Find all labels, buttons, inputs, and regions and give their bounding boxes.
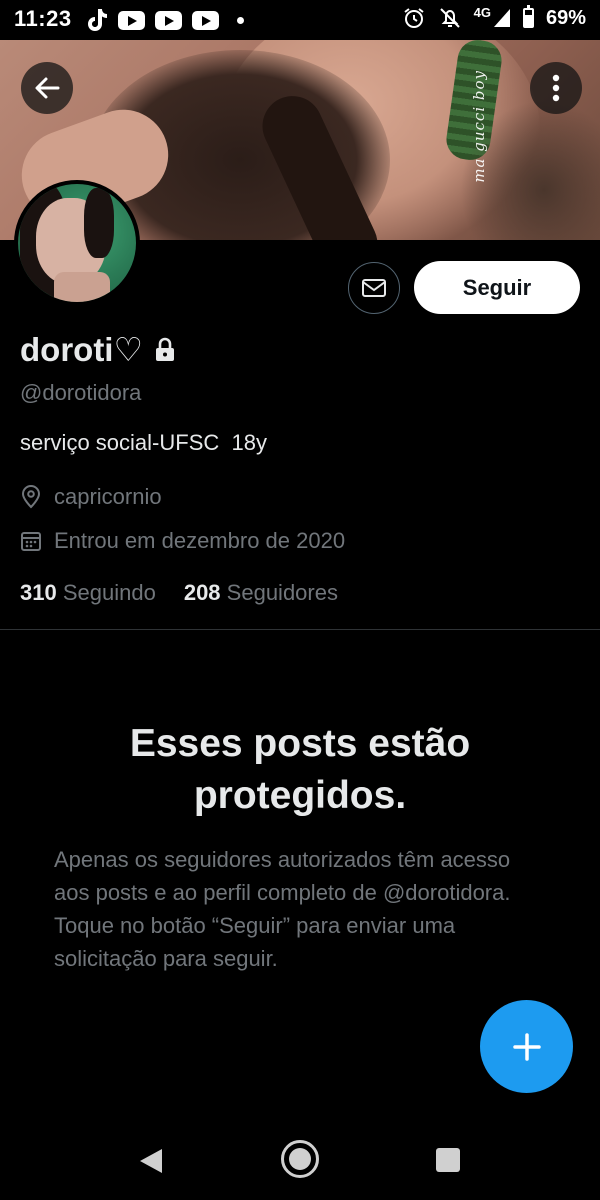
plus-icon xyxy=(512,1032,541,1061)
compose-button[interactable] xyxy=(480,1000,573,1093)
signal-icon xyxy=(493,9,510,27)
location-text: capricornio xyxy=(54,484,162,509)
followers-label: Seguidores xyxy=(226,580,338,605)
protected-title: Esses posts estão protegidos. xyxy=(129,722,471,817)
back-button[interactable] xyxy=(21,62,73,114)
more-options-button[interactable] xyxy=(530,62,582,114)
youtube-icon xyxy=(192,10,219,30)
arrow-left-icon xyxy=(35,77,60,99)
profile-location: capricornio xyxy=(20,484,162,510)
message-button[interactable] xyxy=(348,262,400,314)
followers-link[interactable]: 208 Seguidores xyxy=(184,580,338,606)
follow-stats: 310 Seguindo 208 Seguidores xyxy=(20,580,338,606)
status-time: 11:23 xyxy=(14,6,72,31)
nav-recents-icon[interactable] xyxy=(436,1148,460,1172)
nav-back-icon[interactable] xyxy=(138,1147,164,1175)
follow-button[interactable]: Seguir xyxy=(414,261,580,314)
battery-percent: 69% xyxy=(545,6,586,29)
avatar[interactable] xyxy=(14,180,140,306)
system-navigation-bar xyxy=(0,1120,600,1200)
divider xyxy=(0,629,600,630)
protected-description: Apenas os seguidores autorizados têm ace… xyxy=(54,847,511,971)
joined-text: Entrou em dezembro de 2020 xyxy=(54,528,346,553)
youtube-icon xyxy=(118,10,145,30)
nav-home-icon[interactable] xyxy=(281,1140,319,1178)
status-right-icons: 4G 69% xyxy=(402,4,586,30)
display-name: doroti♡ xyxy=(20,331,144,368)
youtube-icon xyxy=(155,10,182,30)
battery-icon xyxy=(522,5,534,28)
mail-icon xyxy=(362,279,386,297)
following-link[interactable]: 310 Seguindo xyxy=(20,580,156,606)
profile-handle: @dorotidora xyxy=(20,380,142,405)
status-bar: 11:23 4G 69% xyxy=(0,0,600,40)
network-type: 4G xyxy=(473,4,491,20)
profile-joined: Entrou em dezembro de 2020 xyxy=(20,528,345,554)
tiktok-icon xyxy=(88,9,107,31)
banner-overlay-text: ma gucci boy xyxy=(470,70,488,183)
location-pin-icon xyxy=(21,485,41,509)
profile-bio: serviço social-UFSC 18y xyxy=(20,430,267,455)
alarm-icon xyxy=(404,8,424,28)
notifications-off-icon xyxy=(439,8,460,28)
following-label: Seguindo xyxy=(62,580,156,605)
followers-count: 208 xyxy=(183,580,221,605)
lock-icon xyxy=(156,337,175,361)
status-left-icons xyxy=(86,8,244,32)
following-count: 310 xyxy=(20,580,57,605)
profile-name-row: doroti♡ xyxy=(20,330,177,369)
notification-dot-icon xyxy=(237,16,244,24)
more-vertical-icon xyxy=(552,74,560,102)
calendar-icon xyxy=(21,532,41,551)
